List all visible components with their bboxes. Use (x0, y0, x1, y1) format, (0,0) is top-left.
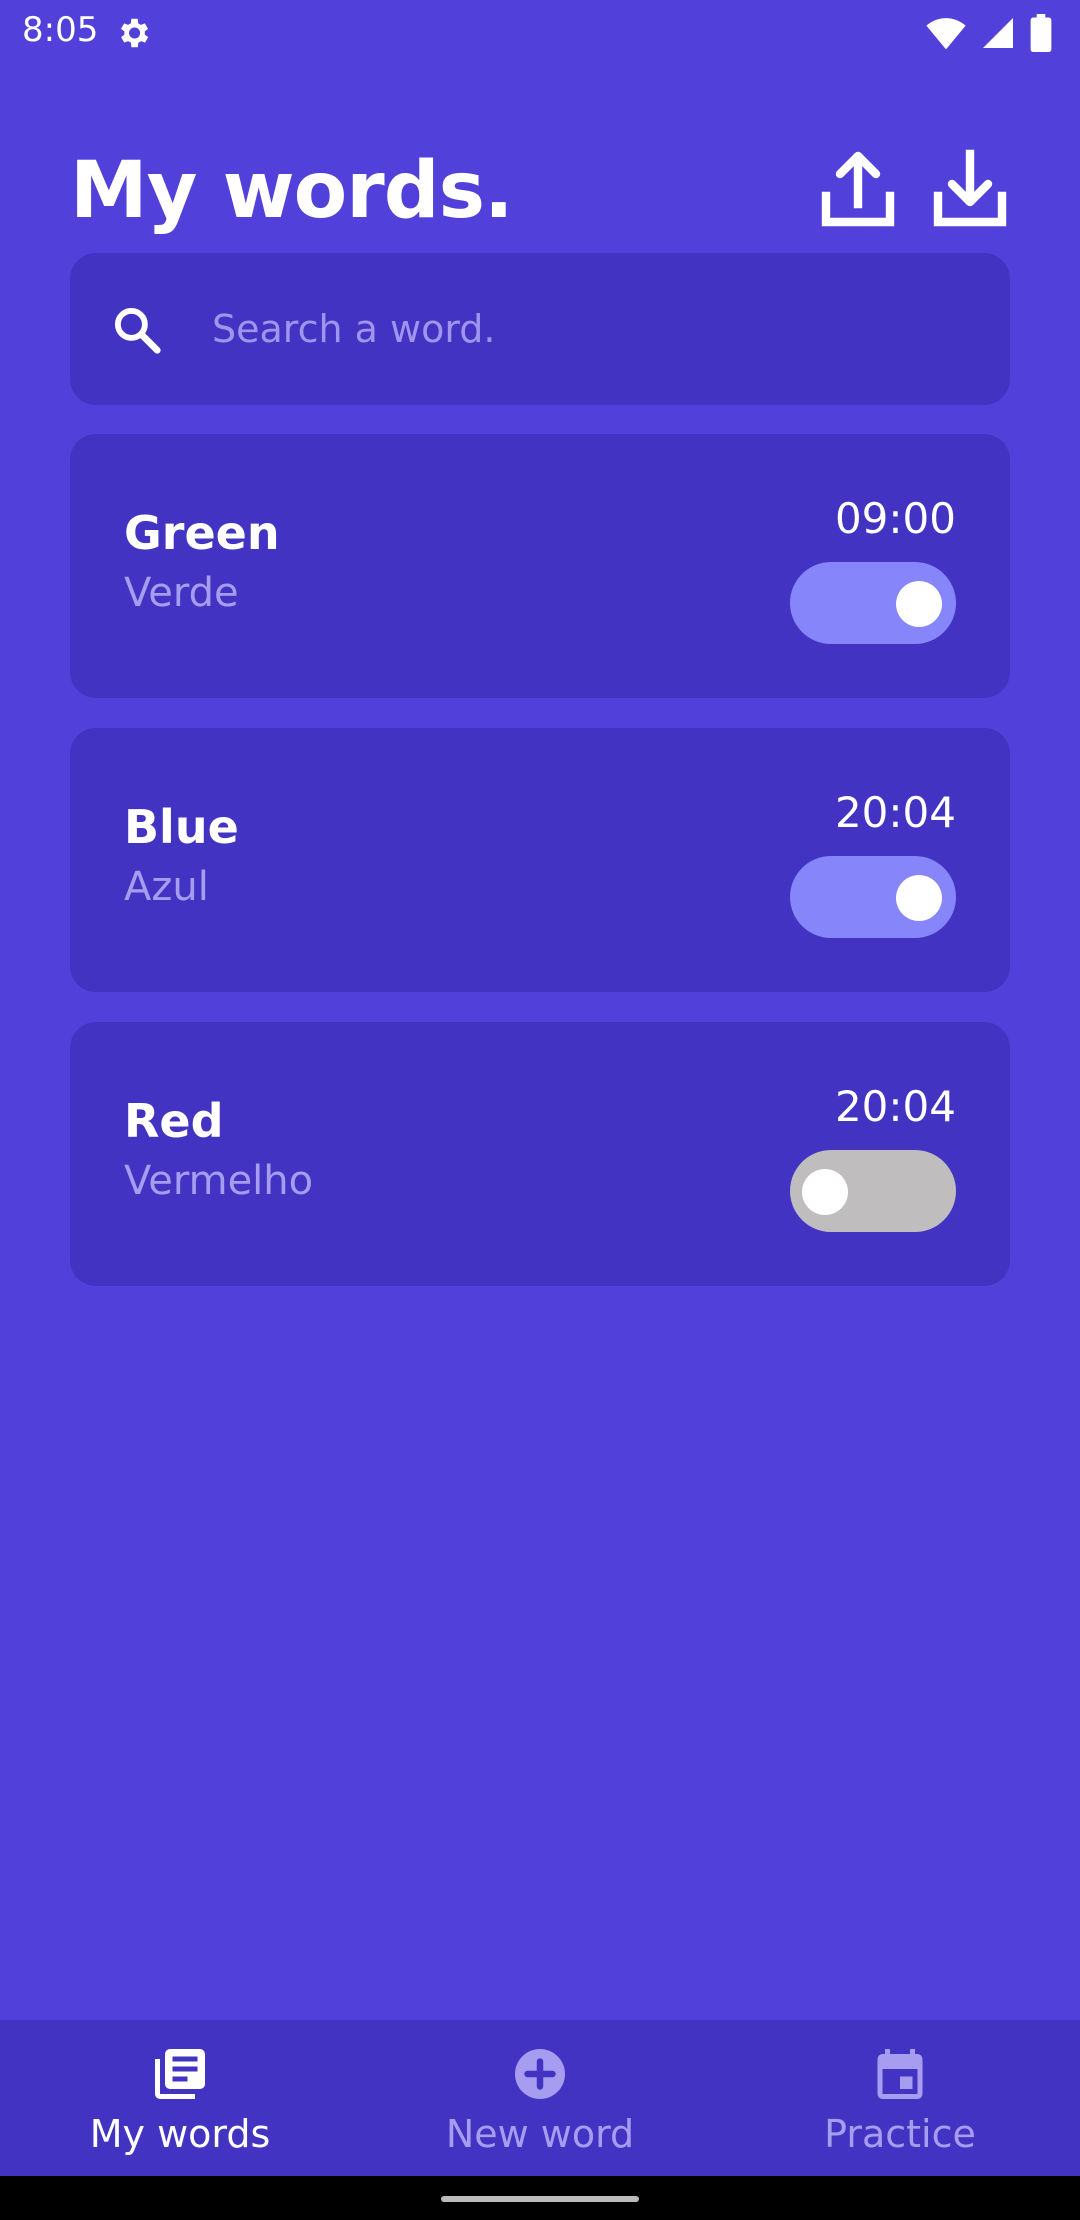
status-bar: 8:05 (0, 0, 1080, 66)
wifi-icon (926, 18, 966, 50)
screen: 8:05 My words. Search a word. Green Verd… (0, 0, 1080, 2220)
nav-item-my-words[interactable]: My words (0, 2020, 360, 2176)
bottom-nav: My words New word Practice (0, 2020, 1080, 2176)
nav-item-practice[interactable]: Practice (720, 2020, 1080, 2176)
toggle-knob (896, 875, 942, 921)
nav-label: My words (89, 2112, 271, 2156)
calendar-icon (877, 2049, 923, 2099)
nav-label: New word (445, 2112, 635, 2156)
word-translation: Vermelho (124, 1158, 314, 1204)
upload-icon[interactable] (820, 148, 896, 228)
word-translation: Azul (124, 864, 209, 910)
search-box[interactable] (70, 253, 1010, 405)
word-title: Red (124, 1094, 224, 1148)
download-icon[interactable] (932, 148, 1008, 228)
nav-label: Practice (824, 2112, 976, 2156)
search-icon (114, 307, 161, 354)
page-title: My words. (70, 146, 514, 236)
word-title: Green (124, 506, 280, 560)
library-icon (155, 2049, 205, 2099)
reminder-toggle[interactable] (790, 856, 956, 938)
toggle-knob (896, 581, 942, 627)
word-title: Blue (124, 800, 239, 854)
search-input[interactable] (212, 297, 972, 361)
signal-icon (983, 18, 1013, 48)
word-time[interactable]: 20:04 (835, 1082, 956, 1131)
nav-item-new-word[interactable]: New word (360, 2020, 720, 2176)
word-time[interactable]: 09:00 (835, 494, 956, 543)
word-time[interactable]: 20:04 (835, 788, 956, 837)
battery-icon (1030, 14, 1052, 52)
word-card[interactable]: Blue Azul 20:04 (70, 728, 1010, 992)
toggle-knob (802, 1169, 848, 1215)
reminder-toggle[interactable] (790, 562, 956, 644)
reminder-toggle[interactable] (790, 1150, 956, 1232)
word-translation: Verde (124, 570, 239, 616)
home-gesture-pill[interactable] (441, 2196, 639, 2202)
word-card[interactable]: Green Verde 09:00 (70, 434, 1010, 698)
word-card[interactable]: Red Vermelho 20:04 (70, 1022, 1010, 1286)
status-time: 8:05 (22, 10, 99, 50)
status-icons (926, 14, 1052, 52)
gear-icon (120, 18, 149, 48)
system-nav-bar (0, 2176, 1080, 2220)
add-circle-icon (515, 2049, 565, 2099)
